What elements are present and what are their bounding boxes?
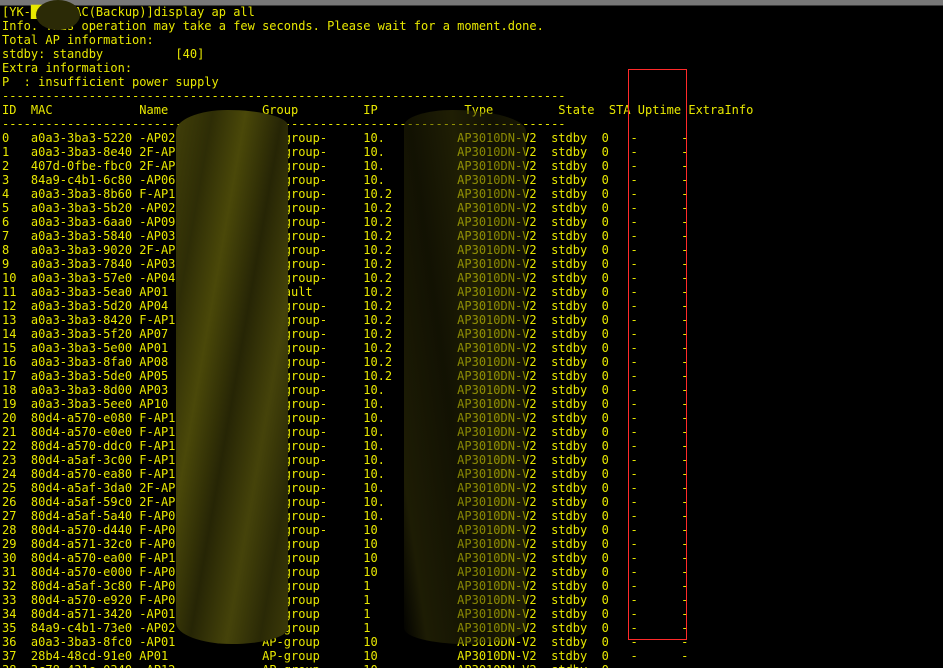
table-row: 29 80d4-a571-32c0 F-AP04 AP-group 10 AP3… xyxy=(2,537,747,551)
table-row: 12 a0a3-3ba3-5d20 AP04 AP-group- 10.2 AP… xyxy=(2,299,747,313)
table-row: 18 a0a3-3ba3-8d00 AP03 AP-group- 10. AP3… xyxy=(2,383,747,397)
table-row: 25 80d4-a5af-3da0 2F-AP01 AP-group- 10. … xyxy=(2,481,747,495)
table-row: 0 a0a3-3ba3-5220 -AP02 AP-group- 10. AP3… xyxy=(2,131,747,145)
table-row: 11 a0a3-3ba3-5ea0 AP01 default 10.2 AP30… xyxy=(2,285,747,299)
table-row: 8 a0a3-3ba3-9020 2F-AP17 AP-group- 10.2 … xyxy=(2,243,747,257)
table-row: 32 80d4-a5af-3c80 F-AP02 AP-group 1 AP30… xyxy=(2,579,747,593)
table-row: 13 a0a3-3ba3-8420 F-AP16 AP-group- 10.2 … xyxy=(2,313,747,327)
standby-count-line: stdby: standby [40] xyxy=(2,47,205,61)
table-row: 9 a0a3-3ba3-7840 -AP03 AP-group- 10.2 AP… xyxy=(2,257,747,271)
table-row: 31 80d4-a570-e000 F-AP09 AP-group 10 AP3… xyxy=(2,565,747,579)
table-row: 35 84a9-c4b1-73e0 -AP02 AP-group 1 AP301… xyxy=(2,621,747,635)
header-separator-top: ----------------------------------------… xyxy=(2,89,566,103)
extra-information-line: Extra information: xyxy=(2,61,133,75)
table-row: 36 a0a3-3ba3-8fc0 -AP01 AP-group 10 AP30… xyxy=(2,635,747,649)
power-supply-legend-line: P : insufficient power supply xyxy=(2,75,219,89)
table-row: 23 80d4-a5af-3c00 F-AP18 AP-group- 10. A… xyxy=(2,453,747,467)
table-row: 5 a0a3-3ba3-5b20 -AP02 AP-group- 10.2 AP… xyxy=(2,201,747,215)
table-row: 14 a0a3-3ba3-5f20 AP07 AP-group- 10.2 AP… xyxy=(2,327,747,341)
info-line: Info. This operation may take a few seco… xyxy=(2,19,544,33)
table-row: 22 80d4-a570-ddc0 F-AP13 AP-group- 10. A… xyxy=(2,439,747,453)
table-row: 19 a0a3-3ba3-5ee0 AP10 AP-group- 10. AP3… xyxy=(2,397,747,411)
table-row: 26 80d4-a5af-59c0 2F-AP05 AP-group- 10. … xyxy=(2,495,747,509)
header-separator-bottom: ----------------------------------------… xyxy=(2,117,566,131)
ap-table-body: 0 a0a3-3ba3-5220 -AP02 AP-group- 10. AP3… xyxy=(0,131,943,668)
table-row: 27 80d4-a5af-5a40 F-AP03 AP-group- 10. A… xyxy=(2,509,747,523)
table-row: 21 80d4-a570-e0e0 F-AP14 AP-group- 10. A… xyxy=(2,425,747,439)
table-row: 28 80d4-a570-d440 F-AP07 AP-group- 10 AP… xyxy=(2,523,747,537)
table-row: 3 84a9-c4b1-6c80 -AP06 AP-group- 10. AP3… xyxy=(2,173,747,187)
table-row: 1 a0a3-3ba3-8e40 2F-AP15 AP-group- 10. A… xyxy=(2,145,747,159)
command-prompt-line: [YK-█████-AC(Backup)]display ap all xyxy=(2,5,255,19)
table-row: 20 80d4-a570-e080 F-AP12 AP-group- 10. A… xyxy=(2,411,747,425)
table-row: 7 a0a3-3ba3-5840 -AP03 AP-group- 10.2 AP… xyxy=(2,229,747,243)
table-row: 6 a0a3-3ba3-6aa0 -AP09 AP-group- 10.2 AP… xyxy=(2,215,747,229)
terminal-screen[interactable]: [YK-█████-AC(Backup)]display ap all Info… xyxy=(0,5,943,668)
table-row: 16 a0a3-3ba3-8fa0 AP08 AP-group- 10.2 AP… xyxy=(2,355,747,369)
table-row: 34 80d4-a571-3420 -AP01 AP-group 1 AP301… xyxy=(2,607,747,621)
table-row: 33 80d4-a570-e920 F-AP08 AP-group 1 AP30… xyxy=(2,593,747,607)
table-row: 30 80d4-a570-ea00 F-AP10 AP-group 10 AP3… xyxy=(2,551,747,565)
total-ap-information-line: Total AP information: xyxy=(2,33,154,47)
table-row: 24 80d4-a570-ea80 F-AP11 AP-group- 10. A… xyxy=(2,467,747,481)
table-column-headers: ID MAC Name Group IP Type State STA Upti… xyxy=(2,103,754,117)
table-row: 37 28b4-48cd-91e0 AP01 AP-group 10 AP301… xyxy=(2,649,747,663)
terminal-window: [YK-█████-AC(Backup)]display ap all Info… xyxy=(0,0,943,668)
table-row: 4 a0a3-3ba3-8b60 F-AP11 AP-group- 10.2 A… xyxy=(2,187,747,201)
table-row: 10 a0a3-3ba3-57e0 -AP04 AP-group- 10.2 A… xyxy=(2,271,747,285)
table-row: 17 a0a3-3ba3-5de0 AP05 AP-group- 10.2 AP… xyxy=(2,369,747,383)
table-row: 2 407d-0fbe-fbc0 2F-AP06 AP-group- 10. A… xyxy=(2,159,747,173)
table-row: 15 a0a3-3ba3-5e00 AP01 AP-group- 10.2 AP… xyxy=(2,341,747,355)
table-row: 38 3c78-431e-0340 -AP12 AP-group 10. AP3… xyxy=(0,663,943,668)
